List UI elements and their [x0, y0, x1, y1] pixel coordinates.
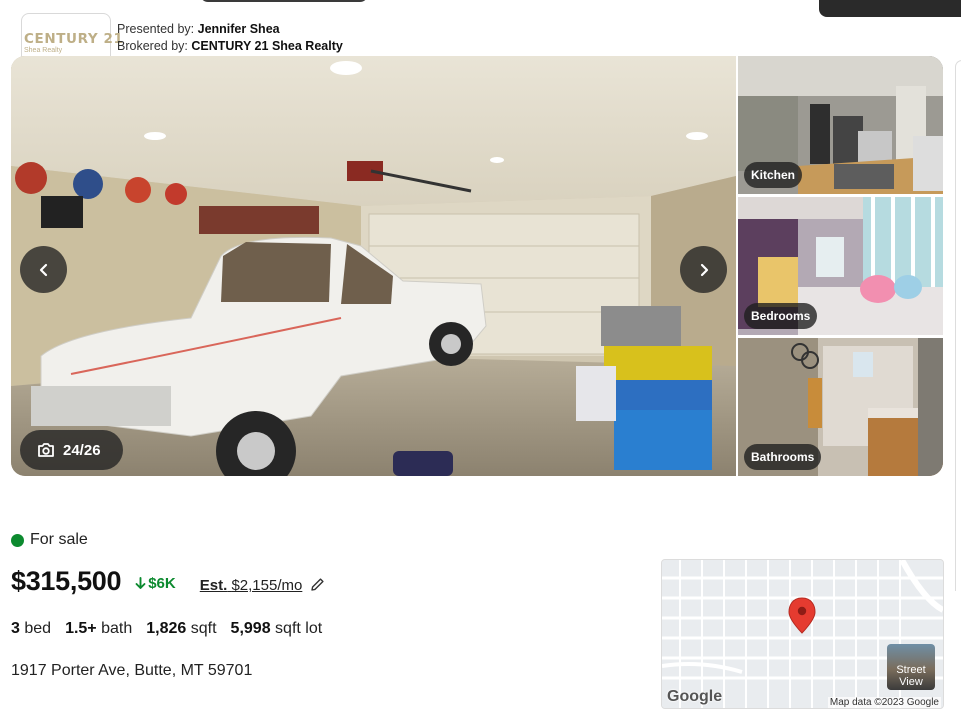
- lot-label: sqft lot: [275, 620, 323, 637]
- lot-value: 5,998: [230, 620, 271, 637]
- camera-icon: [38, 443, 54, 457]
- chevron-left-icon: [39, 263, 47, 276]
- logo-subtext: Shea Realty: [24, 46, 63, 54]
- map-credit: Map data ©2023 Google: [827, 697, 941, 708]
- street-view-label-line1: Street: [896, 664, 926, 676]
- thumbnail-label: Bedrooms: [744, 303, 818, 329]
- baths-fact: 1.5+ bath: [65, 620, 132, 638]
- street-view-button[interactable]: Street View: [887, 644, 935, 690]
- price-drop-amount: $6K: [148, 575, 176, 592]
- price-row: $315,500 $6K Est. $2,155/mo: [11, 566, 325, 597]
- thumbnail-bedrooms[interactable]: Bedrooms: [738, 197, 943, 335]
- previous-photo-button[interactable]: [20, 246, 67, 293]
- brokered-label: Brokered by:: [117, 38, 188, 53]
- sqft-fact: 1,826 sqft: [146, 620, 216, 638]
- presented-label: Presented by:: [117, 22, 195, 36]
- sqft-label: sqft: [190, 620, 217, 637]
- sqft-value: 1,826: [146, 620, 187, 637]
- est-label: Est.: [199, 577, 228, 594]
- thumbnail-label: Bathrooms: [744, 444, 822, 470]
- next-photo-button[interactable]: [680, 246, 727, 293]
- thumbnail-kitchen[interactable]: Kitchen: [738, 56, 943, 194]
- garage-photo-illustration: [11, 56, 736, 476]
- beds-value: 3: [11, 620, 20, 637]
- header-button[interactable]: [819, 0, 961, 17]
- status-dot-icon: [11, 533, 24, 547]
- chevron-right-icon: [700, 263, 708, 276]
- estimated-payment-link[interactable]: Est. $2,155/mo: [200, 577, 303, 594]
- photo-count-button[interactable]: 24/26: [20, 430, 123, 470]
- top-pill: [200, 0, 368, 2]
- logo-text: CENTURY 21: [24, 30, 124, 47]
- presented-by-line: Presented by: Jennifer Shea: [117, 21, 343, 38]
- est-value: $2,155/mo: [231, 577, 303, 594]
- thumbnail-bathrooms[interactable]: Bathrooms: [738, 338, 943, 476]
- arrow-down-icon: [135, 577, 146, 589]
- baths-value: 1.5+: [65, 620, 97, 637]
- side-panel-edge: [955, 60, 961, 591]
- property-facts: 3 bed 1.5+ bath 1,826 sqft 5,998 sqft lo…: [11, 620, 322, 638]
- status-text: For sale: [30, 531, 88, 548]
- brokered-by-line: Brokered by: CENTURY 21 Shea Realty: [117, 38, 343, 55]
- agent-info: Presented by: Jennifer Shea Brokered by:…: [117, 21, 343, 54]
- photo-count-text: 24/26: [63, 441, 101, 459]
- property-address: 1917 Porter Ave, Butte, MT 59701: [11, 662, 253, 679]
- location-map[interactable]: Google Map data ©2023 Google Street View: [661, 559, 944, 709]
- broker-name[interactable]: CENTURY 21 Shea Realty: [191, 39, 342, 53]
- google-logo: Google: [667, 688, 723, 705]
- lot-fact: 5,998 sqft lot: [231, 620, 323, 638]
- thumbnail-label: Kitchen: [744, 162, 803, 188]
- street-view-label-line2: View: [899, 676, 923, 688]
- agent-name[interactable]: Jennifer Shea: [198, 22, 280, 36]
- pencil-icon: [311, 578, 324, 591]
- edit-payment-button[interactable]: [310, 577, 325, 597]
- listing-price: $315,500: [11, 566, 122, 596]
- baths-label: bath: [101, 620, 133, 637]
- hero-photo[interactable]: [11, 56, 736, 476]
- beds-fact: 3 bed: [11, 620, 51, 638]
- beds-label: bed: [24, 620, 52, 637]
- price-drop: $6K: [135, 575, 176, 592]
- listing-status: For sale: [11, 531, 88, 549]
